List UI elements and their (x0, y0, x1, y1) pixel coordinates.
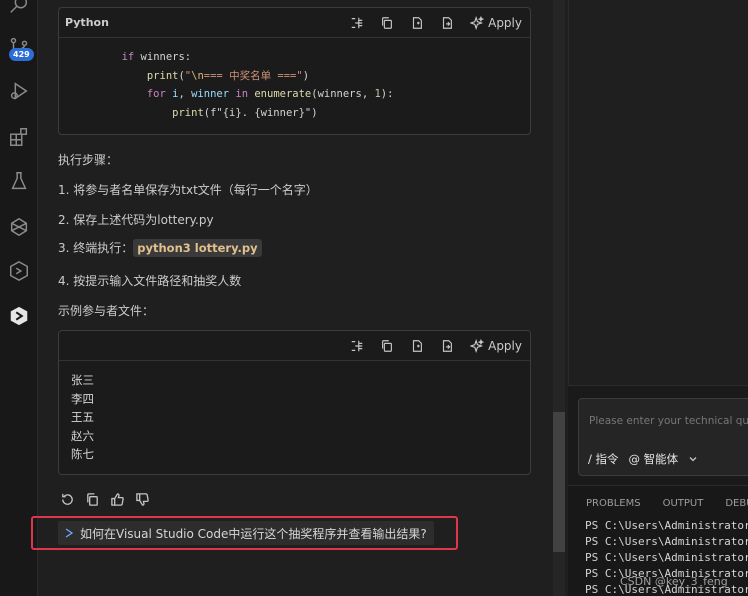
chat-input-placeholder: Please enter your technical quest (589, 415, 748, 427)
run-debug-icon[interactable] (0, 76, 38, 106)
chat-scrollbar[interactable] (553, 0, 565, 596)
apply-label: Apply (488, 15, 522, 30)
diff-icon[interactable] (440, 339, 454, 353)
terminal-line: PS C:\Users\Administrator (585, 535, 748, 548)
code-block-python: Python Apply if winners: print("\n=== 中奖… (58, 7, 531, 135)
new-file-icon[interactable] (410, 339, 424, 353)
watermark: CSDN @key_3_feng (620, 575, 728, 588)
new-file-icon[interactable] (410, 16, 424, 30)
tab-problems[interactable]: PROBLEMS (586, 498, 641, 509)
apply-button[interactable]: Apply (470, 338, 522, 353)
apply-label: Apply (488, 338, 522, 353)
sample-line: 张三 (71, 373, 94, 387)
source-control-badge: 429 (9, 48, 34, 61)
code-block-header: Python Apply (59, 8, 530, 38)
step-3: 3. 终端执行： python3 lottery.py (58, 239, 262, 257)
search-icon[interactable] (0, 0, 38, 20)
activity-bar: 429 (0, 0, 38, 596)
scroll-thumb[interactable] (553, 412, 565, 552)
agent-button[interactable]: @ 智能体 (629, 451, 679, 467)
sample-line: 王五 (71, 410, 94, 424)
chevron-down-icon[interactable] (688, 454, 698, 464)
insert-code-icon[interactable] (350, 16, 364, 30)
suggested-question-text: 如何在Visual Studio Code中运行这个抽奖程序并查看输出结果? (80, 526, 427, 541)
regenerate-icon[interactable] (60, 492, 75, 507)
hexagon-icon[interactable] (0, 256, 38, 286)
code-content: if winners: print("\n=== 中奖名单 ===") for … (121, 51, 394, 119)
suggested-question[interactable]: 如何在Visual Studio Code中运行这个抽奖程序并查看输出结果? (58, 521, 434, 545)
code-block-sample: Apply 张三 李四 王五 赵六 陈七 (58, 330, 531, 475)
sparkle-icon (470, 15, 485, 30)
sample-line: 陈七 (71, 447, 94, 461)
testing-icon[interactable] (0, 166, 38, 196)
sparkle-icon (470, 338, 485, 353)
message-actions (60, 492, 150, 507)
copy-icon[interactable] (380, 339, 394, 353)
editor-area (568, 0, 748, 385)
tab-output[interactable]: OUTPUT (663, 498, 704, 509)
terminal-line: PS C:\Users\Administrator (585, 519, 748, 532)
code-language-label: Python (65, 16, 109, 29)
copy-icon[interactable] (380, 16, 394, 30)
extensions-icon[interactable] (0, 122, 38, 152)
thumbs-down-icon[interactable] (135, 492, 150, 507)
tab-debug[interactable]: DEBUG (725, 498, 748, 509)
step-3-label: 3. 终端执行： (58, 241, 134, 255)
sample-line: 李四 (71, 391, 94, 406)
inline-code: python3 lottery.py (133, 239, 262, 257)
steps-title: 执行步骤： (58, 153, 119, 167)
code-assistant-icon[interactable] (0, 301, 38, 331)
thumbs-up-icon[interactable] (110, 492, 125, 507)
copy-icon[interactable] (85, 492, 100, 507)
sample-content: 张三 李四 王五 赵六 陈七 (59, 361, 530, 474)
apply-button[interactable]: Apply (470, 15, 522, 30)
diff-icon[interactable] (440, 16, 454, 30)
ai-assistant-icon[interactable] (0, 212, 38, 242)
terminal-line: PS C:\Users\Administrator (585, 551, 748, 564)
chat-input-area: Please enter your technical quest / 指令 @… (568, 385, 748, 485)
sample-line: 赵六 (71, 428, 94, 443)
command-button[interactable]: / 指令 (588, 451, 619, 467)
sample-title: 示例参与者文件： (58, 304, 155, 318)
step-1: 1. 将参与者名单保存为txt文件（每行一个名字） (58, 183, 318, 197)
chat-input[interactable]: Please enter your technical quest / 指令 @… (578, 398, 748, 476)
code-block-header: Apply (59, 331, 530, 361)
step-2: 2. 保存上述代码为lottery.py (58, 213, 214, 227)
suggestion-icon (65, 528, 74, 538)
step-4: 4. 按提示输入文件路径和抽奖人数 (58, 274, 242, 288)
insert-code-icon[interactable] (350, 339, 364, 353)
